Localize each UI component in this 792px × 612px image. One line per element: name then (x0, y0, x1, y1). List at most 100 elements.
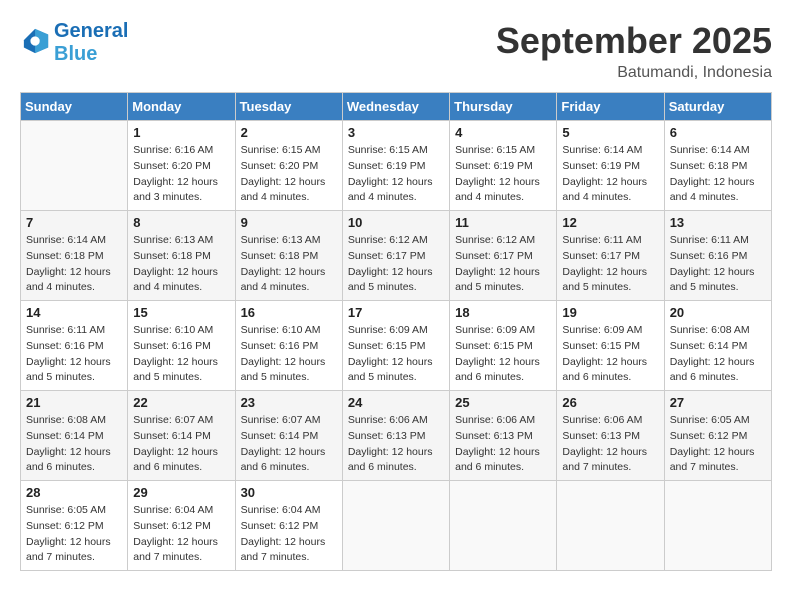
day-info: Sunrise: 6:16 AMSunset: 6:20 PMDaylight:… (133, 143, 229, 206)
day-info: Sunrise: 6:04 AMSunset: 6:12 PMDaylight:… (133, 503, 229, 566)
calendar-week-row: 14 Sunrise: 6:11 AMSunset: 6:16 PMDayligh… (21, 301, 772, 391)
calendar-cell: 6Sunrise: 6:14 AMSunset: 6:18 PMDaylight… (664, 121, 771, 211)
day-info: Sunrise: 6:08 AMSunset: 6:14 PMDaylight:… (26, 413, 122, 476)
day-number: 22 (133, 395, 229, 410)
calendar-cell: 5 Sunrise: 6:14 AMSunset: 6:19 PMDaylight… (557, 121, 664, 211)
logo-line1: General (54, 20, 128, 43)
weekday-header-friday: Friday (557, 93, 664, 121)
day-info: Sunrise: 6:15 AMSunset: 6:19 PMDaylight:… (348, 143, 444, 206)
day-info: Sunrise: 6:04 AMSunset: 6:12 PMDaylight:… (241, 503, 337, 566)
calendar-cell: 4 Sunrise: 6:15 AMSunset: 6:19 PMDaylight… (450, 121, 557, 211)
calendar-cell: 14 Sunrise: 6:11 AMSunset: 6:16 PMDayligh… (21, 301, 128, 391)
day-number: 30 (241, 485, 337, 500)
day-info: Sunrise: 6:06 AMSunset: 6:13 PMDaylight:… (455, 413, 551, 476)
day-info: Sunrise: 6:10 AMSunset: 6:16 PMDaylight:… (241, 323, 337, 386)
day-info: Sunrise: 6:07 AMSunset: 6:14 PMDaylight:… (241, 413, 337, 476)
day-number: 29 (133, 485, 229, 500)
day-info: Sunrise: 6:09 AMSunset: 6:15 PMDaylight:… (455, 323, 551, 386)
day-number: 27 (670, 395, 766, 410)
day-number: 4 (455, 125, 551, 140)
day-info: Sunrise: 6:06 AMSunset: 6:13 PMDaylight:… (562, 413, 658, 476)
calendar-week-row: 7 Sunrise: 6:14 AMSunset: 6:18 PMDaylight… (21, 211, 772, 301)
day-info: Sunrise: 6:11 AMSunset: 6:16 PMDaylight:… (26, 323, 122, 386)
day-info: Sunrise: 6:06 AMSunset: 6:13 PMDaylight:… (348, 413, 444, 476)
day-number: 24 (348, 395, 444, 410)
day-number: 13 (670, 215, 766, 230)
calendar-cell: 26 Sunrise: 6:06 AMSunset: 6:13 PMDayligh… (557, 391, 664, 481)
calendar-cell: 1 Sunrise: 6:16 AMSunset: 6:20 PMDaylight… (128, 121, 235, 211)
day-info: Sunrise: 6:11 AMSunset: 6:16 PMDaylight:… (670, 233, 766, 296)
calendar-cell: 15 Sunrise: 6:10 AMSunset: 6:16 PMDayligh… (128, 301, 235, 391)
calendar-cell (342, 481, 449, 571)
calendar-table: SundayMondayTuesdayWednesdayThursdayFrid… (20, 92, 772, 571)
calendar-cell: 7 Sunrise: 6:14 AMSunset: 6:18 PMDaylight… (21, 211, 128, 301)
logo: General Blue (20, 20, 128, 66)
calendar-cell: 12 Sunrise: 6:11 AMSunset: 6:17 PMDayligh… (557, 211, 664, 301)
weekday-header-thursday: Thursday (450, 93, 557, 121)
calendar-cell: 22 Sunrise: 6:07 AMSunset: 6:14 PMDayligh… (128, 391, 235, 481)
calendar-cell: 25Sunrise: 6:06 AMSunset: 6:13 PMDayligh… (450, 391, 557, 481)
day-number: 9 (241, 215, 337, 230)
day-number: 16 (241, 305, 337, 320)
calendar-cell: 24 Sunrise: 6:06 AMSunset: 6:13 PMDayligh… (342, 391, 449, 481)
day-info: Sunrise: 6:15 AMSunset: 6:19 PMDaylight:… (455, 143, 551, 206)
calendar-cell: 10 Sunrise: 6:12 AMSunset: 6:17 PMDayligh… (342, 211, 449, 301)
calendar-cell (450, 481, 557, 571)
day-info: Sunrise: 6:07 AMSunset: 6:14 PMDaylight:… (133, 413, 229, 476)
calendar-cell: 30 Sunrise: 6:04 AMSunset: 6:12 PMDayligh… (235, 481, 342, 571)
day-info: Sunrise: 6:13 AMSunset: 6:18 PMDaylight:… (133, 233, 229, 296)
day-number: 15 (133, 305, 229, 320)
calendar-cell: 19 Sunrise: 6:09 AMSunset: 6:15 PMDayligh… (557, 301, 664, 391)
calendar-cell: 29 Sunrise: 6:04 AMSunset: 6:12 PMDayligh… (128, 481, 235, 571)
weekday-header-tuesday: Tuesday (235, 93, 342, 121)
day-number: 10 (348, 215, 444, 230)
day-info: Sunrise: 6:14 AMSunset: 6:18 PMDaylight:… (26, 233, 122, 296)
calendar-cell (21, 121, 128, 211)
day-number: 26 (562, 395, 658, 410)
calendar-cell: 8Sunrise: 6:13 AMSunset: 6:18 PMDaylight… (128, 211, 235, 301)
day-number: 14 (26, 305, 122, 320)
title-section: September 2025 Batumandi, Indonesia (496, 20, 772, 82)
day-info: Sunrise: 6:09 AMSunset: 6:15 PMDaylight:… (348, 323, 444, 386)
day-number: 2 (241, 125, 337, 140)
day-number: 17 (348, 305, 444, 320)
calendar-cell: 23Sunrise: 6:07 AMSunset: 6:14 PMDayligh… (235, 391, 342, 481)
weekday-header-sunday: Sunday (21, 93, 128, 121)
calendar-cell: 2Sunrise: 6:15 AMSunset: 6:20 PMDaylight… (235, 121, 342, 211)
day-number: 18 (455, 305, 551, 320)
day-number: 21 (26, 395, 122, 410)
calendar-week-row: 28Sunrise: 6:05 AMSunset: 6:12 PMDayligh… (21, 481, 772, 571)
day-number: 6 (670, 125, 766, 140)
day-number: 12 (562, 215, 658, 230)
calendar-cell: 28Sunrise: 6:05 AMSunset: 6:12 PMDayligh… (21, 481, 128, 571)
day-number: 1 (133, 125, 229, 140)
calendar-cell: 16 Sunrise: 6:10 AMSunset: 6:16 PMDayligh… (235, 301, 342, 391)
day-info: Sunrise: 6:05 AMSunset: 6:12 PMDaylight:… (670, 413, 766, 476)
calendar-week-row: 1 Sunrise: 6:16 AMSunset: 6:20 PMDaylight… (21, 121, 772, 211)
day-number: 11 (455, 215, 551, 230)
day-info: Sunrise: 6:10 AMSunset: 6:16 PMDaylight:… (133, 323, 229, 386)
day-number: 19 (562, 305, 658, 320)
calendar-cell: 27 Sunrise: 6:05 AMSunset: 6:12 PMDayligh… (664, 391, 771, 481)
day-info: Sunrise: 6:12 AMSunset: 6:17 PMDaylight:… (348, 233, 444, 296)
day-number: 7 (26, 215, 122, 230)
calendar-cell: 20Sunrise: 6:08 AMSunset: 6:14 PMDayligh… (664, 301, 771, 391)
day-info: Sunrise: 6:09 AMSunset: 6:15 PMDaylight:… (562, 323, 658, 386)
day-number: 3 (348, 125, 444, 140)
day-number: 5 (562, 125, 658, 140)
day-info: Sunrise: 6:12 AMSunset: 6:17 PMDaylight:… (455, 233, 551, 296)
calendar-cell: 13 Sunrise: 6:11 AMSunset: 6:16 PMDayligh… (664, 211, 771, 301)
calendar-cell: 17 Sunrise: 6:09 AMSunset: 6:15 PMDayligh… (342, 301, 449, 391)
day-info: Sunrise: 6:11 AMSunset: 6:17 PMDaylight:… (562, 233, 658, 296)
location-subtitle: Batumandi, Indonesia (496, 64, 772, 82)
day-info: Sunrise: 6:13 AMSunset: 6:18 PMDaylight:… (241, 233, 337, 296)
calendar-week-row: 21 Sunrise: 6:08 AMSunset: 6:14 PMDayligh… (21, 391, 772, 481)
calendar-cell: 21 Sunrise: 6:08 AMSunset: 6:14 PMDayligh… (21, 391, 128, 481)
month-title: September 2025 (496, 20, 772, 62)
logo-icon (22, 27, 50, 55)
page-header: General Blue September 2025 Batumandi, I… (20, 20, 772, 82)
day-info: Sunrise: 6:14 AMSunset: 6:19 PMDaylight:… (562, 143, 658, 206)
weekday-header-saturday: Saturday (664, 93, 771, 121)
weekday-header-monday: Monday (128, 93, 235, 121)
day-number: 28 (26, 485, 122, 500)
